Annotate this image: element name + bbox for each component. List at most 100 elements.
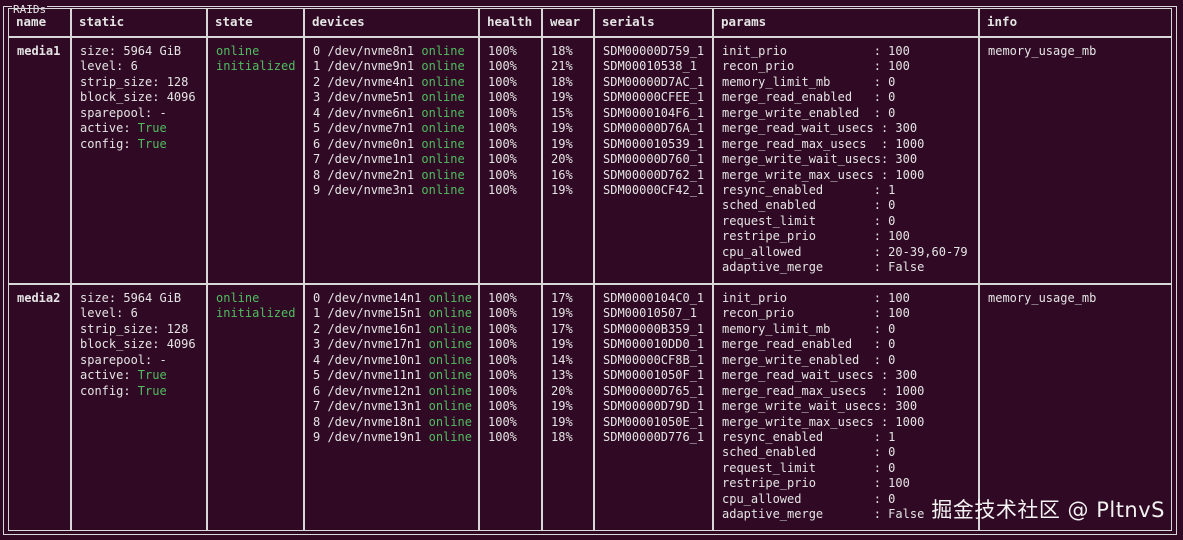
- health-value: 100%: [488, 383, 517, 398]
- device-path: 5 /dev/nvme7n1: [313, 121, 422, 136]
- device-path: 2 /dev/nvme16n1: [313, 321, 429, 336]
- wear-value: 19%: [551, 121, 573, 136]
- static-value: 128: [166, 74, 189, 89]
- param-item: sched_enabled : 0: [722, 198, 896, 213]
- raid-name-cell: media2: [8, 284, 71, 531]
- param-item: restripe_prio : 100: [722, 476, 910, 491]
- serial-value: SDM00000CF42_1: [603, 182, 705, 197]
- wear-value: 18%: [551, 429, 573, 444]
- serial-value: SDM0000104C0_1: [603, 291, 705, 305]
- static-key: active:: [80, 368, 138, 383]
- col-header-static: static: [71, 8, 207, 37]
- health-value: 100%: [488, 90, 517, 105]
- static-item: block_size: 4096: [80, 337, 206, 352]
- static-item: config: True: [80, 384, 206, 399]
- static-value: 4096: [166, 337, 196, 352]
- serial-value: SDM00010538_1: [603, 59, 697, 74]
- static-item: config: True: [80, 137, 206, 152]
- health-value: 100%: [488, 291, 517, 305]
- static-item: sparepool: -: [80, 106, 206, 121]
- health-value: 100%: [488, 352, 517, 367]
- health-value: 100%: [488, 182, 517, 197]
- param-item: merge_write_max_usecs : 1000: [722, 167, 925, 182]
- device-status: online: [428, 399, 472, 414]
- device-path: 3 /dev/nvme5n1: [313, 90, 422, 105]
- watermark: 掘金技术社区 @ PltnvS: [931, 498, 1165, 522]
- static-item: active: True: [80, 121, 206, 136]
- param-item: merge_read_wait_usecs : 300: [722, 368, 918, 383]
- health-cell: 100% 100% 100% 100% 100% 100% 100% 100% 100% 100%: [479, 284, 542, 531]
- serial-value: SDM00010507_1: [603, 306, 697, 321]
- info-item: memory_usage_mb : -: [988, 291, 1097, 305]
- static-value: True: [137, 383, 167, 398]
- device-status: online: [421, 152, 465, 167]
- device-item: 9 /dev/nvme3n1 online: [313, 183, 478, 198]
- col-header-devices: devices: [304, 8, 479, 37]
- static-key: level:: [80, 306, 131, 321]
- device-item: 7 /dev/nvme1n1 online: [313, 152, 478, 167]
- param-item: merge_read_enabled : 0: [722, 337, 896, 352]
- wear-value: 17%: [551, 291, 573, 305]
- wear-cell: 18% 21% 18% 19% 15% 19% 19% 20% 16% 19%: [542, 37, 594, 284]
- raid-name: media1: [17, 44, 61, 58]
- health-value: 100%: [488, 337, 517, 352]
- info-cell: memory_usage_mb : -: [979, 37, 1172, 284]
- state-cell: online initialized: [207, 284, 304, 531]
- param-item: init_prio : 100: [722, 44, 910, 58]
- state-value: initialized: [216, 59, 296, 74]
- serial-value: SDM00000B359_1: [603, 321, 705, 336]
- device-status: online: [421, 182, 465, 197]
- static-value: 6: [130, 306, 138, 321]
- serials-cell: SDM0000104C0_1 SDM00010507_1 SDM00000B359_…: [594, 284, 713, 531]
- devices-cell: 0 /dev/nvme8n1 online 1 /dev/nvme9n1 onli…: [304, 37, 479, 284]
- state-value: online: [216, 291, 260, 305]
- device-item: 4 /dev/nvme6n1 online: [313, 106, 478, 121]
- health-value: 100%: [488, 167, 517, 182]
- static-value: -: [159, 352, 167, 367]
- wear-value: 16%: [551, 167, 573, 182]
- device-item: 5 /dev/nvme7n1 online: [313, 121, 478, 136]
- device-item: 0 /dev/nvme14n1 online: [313, 291, 478, 306]
- wear-value: 18%: [551, 44, 573, 58]
- device-path: 1 /dev/nvme15n1: [313, 306, 429, 321]
- wear-value: 19%: [551, 90, 573, 105]
- device-item: 5 /dev/nvme11n1 online: [313, 368, 478, 383]
- static-item: strip_size: 128: [80, 75, 206, 90]
- device-path: 8 /dev/nvme18n1: [313, 414, 429, 429]
- device-status: online: [428, 429, 472, 444]
- static-value: True: [137, 136, 167, 151]
- health-value: 100%: [488, 321, 517, 336]
- device-item: 6 /dev/nvme0n1 online: [313, 137, 478, 152]
- static-item: size: 5964 GiB: [80, 44, 206, 59]
- wear-value: 19%: [551, 337, 573, 352]
- wear-value: 17%: [551, 321, 573, 336]
- health-value: 100%: [488, 136, 517, 151]
- device-status: online: [428, 352, 472, 367]
- device-item: 2 /dev/nvme16n1 online: [313, 322, 478, 337]
- static-value: True: [137, 368, 167, 383]
- param-item: restripe_prio : 100: [722, 229, 910, 244]
- static-item: block_size: 4096: [80, 90, 206, 105]
- static-item: level: 6: [80, 306, 206, 321]
- param-item: merge_write_enabled : 0: [722, 105, 896, 120]
- param-item: init_prio : 100: [722, 291, 910, 305]
- static-key: sparepool:: [80, 105, 160, 120]
- col-header-name: name: [8, 8, 71, 37]
- info-item: memory_usage_mb : -: [988, 44, 1097, 58]
- static-key: block_size:: [80, 90, 167, 105]
- device-status: online: [421, 121, 465, 136]
- static-value: 4096: [166, 90, 196, 105]
- wear-value: 15%: [551, 105, 573, 120]
- wear-value: 19%: [551, 399, 573, 414]
- static-value: 6: [130, 59, 138, 74]
- serial-value: SDM00000CF8B_1: [603, 352, 705, 367]
- static-key: level:: [80, 59, 131, 74]
- serial-value: SDM0000104F6_1: [603, 105, 705, 120]
- param-item: request_limit : 0: [722, 213, 896, 228]
- device-status: online: [428, 321, 472, 336]
- devices-cell: 0 /dev/nvme14n1 online 1 /dev/nvme15n1 on…: [304, 284, 479, 531]
- device-status: online: [421, 105, 465, 120]
- param-item: merge_write_enabled : 0: [722, 352, 896, 367]
- param-item: resync_enabled : 1: [722, 429, 896, 444]
- param-item: merge_write_wait_usecs: 300: [722, 152, 918, 167]
